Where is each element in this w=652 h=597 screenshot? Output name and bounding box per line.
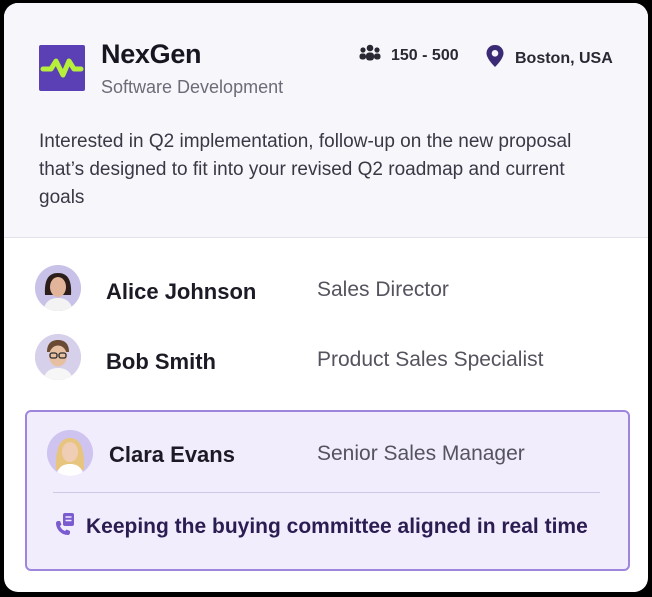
contact-card-clara[interactable]: Clara Evans Senior Sales Manager Keeping… xyxy=(25,410,630,571)
nexgen-logo-icon xyxy=(39,45,85,91)
contact-note: Keeping the buying committee aligned in … xyxy=(54,512,588,542)
avatar xyxy=(35,334,81,380)
contact-row-alice[interactable]: Alice Johnson Sales Director xyxy=(4,258,648,318)
company-location-label: Boston, USA xyxy=(515,49,613,67)
contact-role: Sales Director xyxy=(317,278,449,301)
people-group-icon xyxy=(359,44,381,67)
company-header: NexGen Software Development 150 - 500 Bo… xyxy=(4,3,648,238)
contact-name: Clara Evans xyxy=(109,442,235,467)
company-industry: Software Development xyxy=(101,77,284,97)
contact-role: Senior Sales Manager xyxy=(317,442,525,465)
company-location: Boston, USA xyxy=(485,44,613,73)
company-size-label: 150 - 500 xyxy=(391,46,459,64)
company-size: 150 - 500 xyxy=(359,44,459,67)
contact-name: Bob Smith xyxy=(106,349,216,374)
map-pin-icon xyxy=(485,44,505,73)
avatar xyxy=(35,265,81,311)
phone-note-icon xyxy=(54,512,76,542)
company-description: Interested in Q2 implementation, follow-… xyxy=(39,131,572,208)
contact-role: Product Sales Specialist xyxy=(317,348,544,371)
contact-name: Alice Johnson xyxy=(106,279,257,304)
contact-note-text: Keeping the buying committee aligned in … xyxy=(86,515,588,538)
divider xyxy=(53,492,600,493)
avatar xyxy=(47,430,93,476)
company-card: NexGen Software Development 150 - 500 Bo… xyxy=(4,3,648,592)
company-name: NexGen xyxy=(101,39,202,69)
contact-row-bob[interactable]: Bob Smith Product Sales Specialist xyxy=(4,326,648,386)
